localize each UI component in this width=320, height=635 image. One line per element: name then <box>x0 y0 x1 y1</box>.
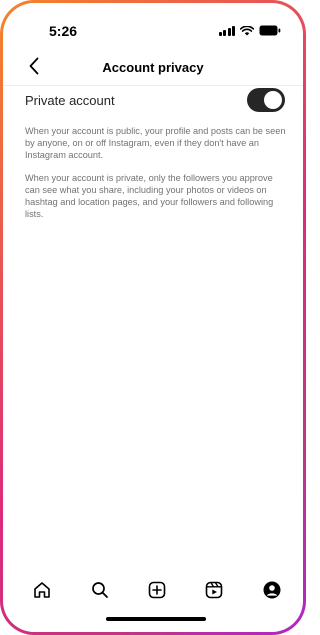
home-indicator <box>106 617 206 621</box>
app-screen: 5:26 Account privacy Private account Whe… <box>3 3 303 632</box>
status-icons <box>218 25 282 36</box>
nav-search[interactable] <box>89 581 111 603</box>
toggle-knob <box>264 91 282 109</box>
wifi-icon <box>240 25 254 36</box>
profile-icon <box>263 581 281 604</box>
nav-home[interactable] <box>31 581 53 603</box>
nav-create[interactable] <box>146 581 168 603</box>
private-account-row[interactable]: Private account <box>25 87 285 115</box>
home-icon <box>33 581 51 604</box>
battery-icon <box>259 25 281 36</box>
private-account-label: Private account <box>25 93 115 108</box>
page-header: Account privacy <box>3 51 303 85</box>
nav-reels[interactable] <box>203 581 225 603</box>
signal-icon <box>218 25 235 36</box>
private-account-toggle[interactable] <box>247 88 285 112</box>
private-account-description: When your account is private, only the f… <box>25 173 274 219</box>
device-frame: 5:26 Account privacy Private account Whe… <box>0 0 306 635</box>
reels-icon <box>205 581 223 604</box>
page-title: Account privacy <box>102 60 204 75</box>
status-bar: 5:26 <box>3 3 303 47</box>
status-time: 5:26 <box>49 23 78 39</box>
bottom-nav <box>3 573 303 609</box>
nav-profile[interactable] <box>261 581 283 603</box>
header-divider <box>3 85 303 86</box>
search-icon <box>91 581 109 604</box>
create-icon <box>148 581 166 604</box>
public-account-description: When your account is public, your profil… <box>25 126 286 160</box>
